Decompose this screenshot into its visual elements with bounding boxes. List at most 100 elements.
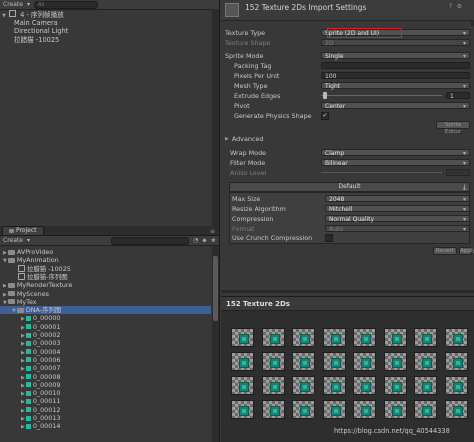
- sprite-thumbnail[interactable]: [414, 352, 437, 371]
- project-item[interactable]: ▶ 0_00002: [0, 331, 211, 339]
- project-item[interactable]: 拉腊猫 -10025: [0, 265, 211, 273]
- filter-type-icon[interactable]: ◔: [193, 237, 198, 244]
- project-search-input[interactable]: [111, 236, 190, 245]
- project-item[interactable]: ▼ DNA-序列图: [0, 306, 211, 315]
- hierarchy-create-button[interactable]: Create: [3, 1, 23, 8]
- expand-triangle-icon[interactable]: ▶: [21, 366, 25, 372]
- hierarchy-search-input[interactable]: All: [33, 0, 98, 9]
- resize-algorithm-dropdown[interactable]: Mitchell: [325, 205, 470, 213]
- sprite-thumbnail[interactable]: [261, 352, 285, 371]
- sprite-mode-dropdown[interactable]: Single: [321, 52, 470, 60]
- filter-mode-dropdown[interactable]: Bilinear: [321, 159, 470, 167]
- hierarchy-item-animated-object[interactable]: 拉腊猫 -10025: [2, 36, 219, 45]
- format-dropdown[interactable]: Auto: [325, 225, 470, 233]
- project-scroll-thumb[interactable]: [213, 256, 218, 321]
- expand-triangle-icon[interactable]: ▶: [21, 424, 25, 430]
- settings-gear-icon[interactable]: ⚙: [457, 3, 462, 10]
- sprite-thumbnail[interactable]: [353, 400, 376, 419]
- expand-triangle-icon[interactable]: ▶: [21, 316, 25, 322]
- project-item[interactable]: ▶ 0_00010: [0, 389, 211, 397]
- sprite-thumbnail[interactable]: [261, 328, 285, 347]
- sprite-thumbnail[interactable]: [231, 352, 254, 371]
- sprite-thumbnail[interactable]: [231, 400, 254, 419]
- project-item[interactable]: ▼ MyTex: [0, 298, 211, 306]
- pixels-per-unit-input[interactable]: 100: [321, 72, 470, 80]
- sprite-thumbnail[interactable]: [261, 376, 285, 395]
- sprite-thumbnail[interactable]: [292, 400, 315, 419]
- scene-row[interactable]: ▼ 4 - 序列帧播放: [2, 10, 219, 19]
- expand-triangle-icon[interactable]: ▼: [2, 13, 6, 19]
- expand-triangle-icon[interactable]: ▶: [21, 375, 25, 381]
- sprite-thumbnail[interactable]: [383, 328, 407, 347]
- crunch-checkbox[interactable]: [325, 233, 333, 242]
- expand-triangle-icon[interactable]: ▶: [21, 350, 25, 356]
- extrude-edges-input[interactable]: 1: [446, 92, 470, 100]
- sprite-thumbnail[interactable]: [444, 352, 468, 371]
- project-item[interactable]: ▶ MyScenes: [0, 290, 211, 298]
- sprite-thumbnail[interactable]: [322, 352, 346, 371]
- expand-triangle-icon[interactable]: ▶: [21, 358, 25, 364]
- dropdown-arrow-icon[interactable]: ▾: [27, 237, 30, 244]
- expand-triangle-icon[interactable]: ▼: [12, 308, 16, 314]
- filter-label-icon[interactable]: ⬥: [202, 237, 206, 245]
- expand-triangle-icon[interactable]: ▶: [21, 416, 25, 422]
- expand-triangle-icon[interactable]: ▼: [3, 300, 7, 306]
- project-item[interactable]: 拉腊猫-序列图: [0, 273, 211, 281]
- project-item[interactable]: ▶ 0_00006: [0, 356, 211, 364]
- sprite-thumbnail[interactable]: [292, 352, 315, 371]
- mesh-type-dropdown[interactable]: Tight: [321, 82, 470, 90]
- aniso-level-slider[interactable]: [321, 169, 470, 177]
- favorite-icon[interactable]: ★: [211, 237, 216, 244]
- project-scrollbar[interactable]: [212, 246, 219, 442]
- project-item[interactable]: ▶ MyRenderTexture: [0, 281, 211, 289]
- apply-button[interactable]: Apply: [459, 247, 474, 255]
- expand-triangle-icon[interactable]: ▶: [3, 250, 7, 256]
- sprite-thumbnail[interactable]: [322, 400, 346, 419]
- sprite-thumbnail[interactable]: [261, 400, 285, 419]
- slider-knob[interactable]: [323, 92, 327, 100]
- project-item[interactable]: ▼ MyAnimation: [0, 256, 211, 264]
- sprite-thumbnail[interactable]: [414, 328, 437, 347]
- project-item[interactable]: ▶ 0_00012: [0, 406, 211, 414]
- sprite-thumbnail[interactable]: [414, 400, 437, 419]
- sprite-thumbnail[interactable]: [444, 328, 468, 347]
- sprite-thumbnail[interactable]: [292, 328, 315, 347]
- sprite-thumbnail[interactable]: [292, 376, 315, 395]
- tab-project[interactable]: Project: [2, 226, 44, 235]
- project-item[interactable]: ▶ AVProVideo: [0, 248, 211, 256]
- wrap-mode-dropdown[interactable]: Clamp: [321, 149, 470, 157]
- expand-triangle-icon[interactable]: ▶: [3, 292, 7, 298]
- project-item[interactable]: ▶ 0_00009: [0, 381, 211, 389]
- sprite-thumbnail[interactable]: [444, 400, 468, 419]
- hierarchy-scrollbar[interactable]: [212, 9, 219, 226]
- sprite-thumbnail[interactable]: [414, 376, 437, 395]
- download-icon[interactable]: ⤓: [463, 183, 466, 191]
- physics-shape-checkbox[interactable]: ✓: [321, 111, 329, 120]
- sprite-thumbnail[interactable]: [444, 376, 468, 395]
- foldout-triangle-icon[interactable]: ▶: [225, 136, 229, 142]
- expand-triangle-icon[interactable]: ▶: [3, 283, 7, 289]
- panel-menu-icon[interactable]: ≡: [210, 228, 215, 235]
- dropdown-arrow-icon[interactable]: ▾: [27, 1, 30, 8]
- sprite-thumbnail[interactable]: [383, 376, 407, 395]
- sprite-thumbnail[interactable]: [231, 376, 254, 395]
- texture-shape-dropdown[interactable]: 2D: [321, 39, 470, 47]
- packing-tag-input[interactable]: [321, 62, 470, 70]
- extrude-edges-slider[interactable]: [321, 92, 442, 100]
- compression-dropdown[interactable]: Normal Quality: [325, 215, 470, 223]
- expand-triangle-icon[interactable]: ▶: [21, 408, 25, 414]
- sprite-thumbnail[interactable]: [322, 328, 346, 347]
- sprite-thumbnail[interactable]: [383, 400, 407, 419]
- expand-triangle-icon[interactable]: ▶: [21, 399, 25, 405]
- preview-splitter[interactable]: [221, 290, 474, 293]
- pivot-dropdown[interactable]: Center: [321, 102, 470, 110]
- sprite-thumbnail[interactable]: [231, 328, 254, 347]
- max-size-dropdown[interactable]: 2048: [325, 195, 470, 203]
- sprite-thumbnail[interactable]: [353, 376, 376, 395]
- expand-triangle-icon[interactable]: ▶: [21, 333, 25, 339]
- project-item[interactable]: ▶ 0_00011: [0, 397, 211, 405]
- revert-button[interactable]: Revert: [433, 247, 457, 255]
- project-item[interactable]: ▶ 0_00004: [0, 348, 211, 356]
- aniso-level-input[interactable]: [446, 169, 470, 177]
- project-create-button[interactable]: Create: [3, 237, 23, 244]
